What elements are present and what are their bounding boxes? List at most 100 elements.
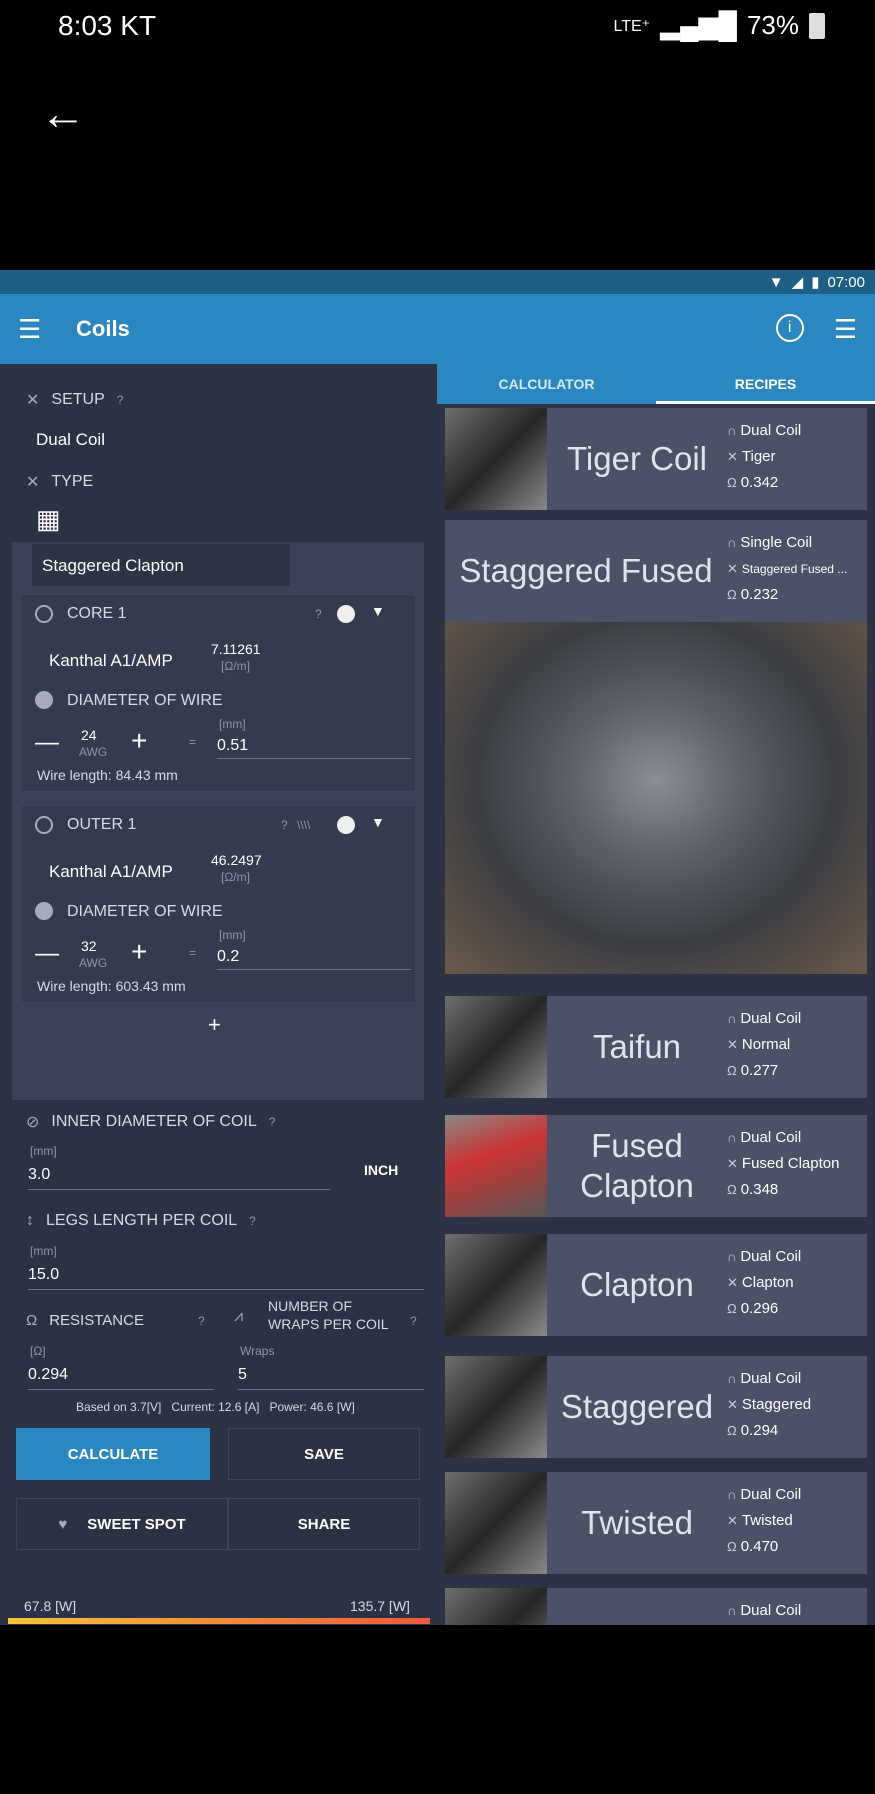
core-awg-unit: AWG: [79, 745, 108, 759]
inch-toggle-button[interactable]: INCH: [364, 1162, 398, 1178]
type-select[interactable]: Staggered Clapton: [32, 544, 290, 586]
info-icon[interactable]: i: [775, 313, 804, 342]
sweet-spot-label: SWEET SPOT: [87, 1515, 186, 1533]
core-awg-value: 24: [81, 727, 97, 743]
grid-icon[interactable]: ▦: [36, 504, 61, 535]
coil-icon: ∩: [727, 1249, 737, 1264]
recipe-type: Fused Clapton: [741, 1155, 840, 1172]
outer-awg-value: 32: [81, 938, 97, 954]
coil-icon: ∩: [727, 535, 737, 550]
recipe-image: [445, 1588, 547, 1625]
recipe-type: Twisted: [741, 1512, 793, 1529]
recipe-ohm: 0.277: [740, 1062, 779, 1079]
core-resistivity: 7.11261: [211, 641, 261, 657]
type-icon: ✕: [727, 1397, 738, 1412]
resistance-input[interactable]: 0.294: [28, 1360, 214, 1390]
type-label: TYPE: [51, 473, 94, 490]
recipe-info: ∩ Dual Coil: [727, 1588, 867, 1625]
ohm-icon: Ω: [727, 1423, 737, 1438]
back-arrow-icon[interactable]: ←: [40, 90, 86, 136]
outer-diameter-input[interactable]: 0.2: [217, 944, 411, 970]
recipe-info: ∩ Dual Coil ✕ Twisted Ω 0.470: [727, 1472, 867, 1574]
wire-icon: [35, 691, 53, 709]
inner-diameter-header: ⊘ INNER DIAMETER OF COIL ?: [26, 1112, 275, 1132]
recipe-image: [445, 1356, 547, 1458]
resistance-help[interactable]: ?: [198, 1314, 205, 1328]
recipe-ohm: 0.342: [740, 474, 779, 491]
outer-card: OUTER 1 ? \\\\ ▼ Kanthal A1/AMP 46.2497 …: [20, 805, 416, 1003]
calculator-panel: ✕ SETUP ? Dual Coil ✕ TYPE ▦ Staggered C…: [0, 364, 437, 1625]
battery-icon: [809, 12, 825, 39]
recipe-name: Staggered Fused: [459, 552, 713, 589]
recipe-name: [547, 1588, 727, 1625]
inner-diameter-input[interactable]: 3.0: [28, 1160, 330, 1190]
recipe-card[interactable]: Twisted ∩ Dual Coil ✕ Twisted Ω 0.470: [445, 1472, 867, 1574]
chevron-down-icon[interactable]: ▼: [371, 814, 385, 830]
recipe-card[interactable]: Fused Clapton ∩ Dual Coil ✕ Fused Clapton …: [445, 1115, 867, 1217]
recipe-card[interactable]: Staggered ∩ Dual Coil ✕ Staggered Ω 0.294: [445, 1356, 867, 1458]
database-icon[interactable]: ☰: [834, 314, 857, 345]
chevron-down-icon[interactable]: ▼: [371, 603, 385, 619]
recipe-photo: [445, 622, 867, 974]
core-material[interactable]: Kanthal A1/AMP: [49, 651, 173, 671]
wire-icon: [35, 902, 53, 920]
setup-help[interactable]: ?: [117, 393, 124, 407]
inner-diameter-help[interactable]: ?: [269, 1115, 276, 1129]
core-plus-button[interactable]: +: [131, 725, 147, 757]
outer-minus-button[interactable]: —: [35, 940, 59, 968]
setup-value[interactable]: Dual Coil: [36, 430, 105, 450]
legs-input[interactable]: 15.0: [28, 1260, 424, 1290]
recipe-card[interactable]: Clapton ∩ Dual Coil ✕ Clapton Ω 0.296: [445, 1234, 867, 1336]
heart-icon: ♥: [58, 1515, 68, 1533]
recipe-card[interactable]: Taifun ∩ Dual Coil ✕ Normal Ω 0.277: [445, 996, 867, 1098]
legs-label: LEGS LENGTH PER COIL: [46, 1212, 238, 1229]
core-minus-button[interactable]: —: [35, 729, 59, 757]
calculate-button[interactable]: CALCULATE: [16, 1428, 210, 1480]
recipe-image: [445, 1115, 547, 1217]
add-layer-button[interactable]: +: [208, 1012, 221, 1038]
wifi-icon: ▼: [768, 273, 784, 291]
sweet-spot-button[interactable]: ♥ SWEET SPOT: [16, 1498, 228, 1550]
resistance-header: Ω RESISTANCE: [26, 1312, 144, 1329]
wraps-label-line1: NUMBER OF: [268, 1298, 352, 1314]
coil-icon: ∩: [727, 1487, 737, 1502]
recipe-card[interactable]: ∩ Dual Coil: [445, 1588, 867, 1625]
share-button[interactable]: SHARE: [228, 1498, 420, 1550]
core-diameter-label: DIAMETER OF WIRE: [67, 692, 223, 709]
core-help[interactable]: ?: [315, 607, 322, 621]
ohm-icon: Ω: [727, 587, 737, 602]
outer-plus-button[interactable]: +: [131, 936, 147, 968]
save-button[interactable]: SAVE: [228, 1428, 420, 1480]
coil-icon: ∩: [727, 1130, 737, 1145]
ohm-icon: Ω: [26, 1312, 38, 1329]
recipe-type: Staggered Fused ...: [741, 562, 848, 576]
legs-help[interactable]: ?: [249, 1214, 256, 1228]
outer-color-dot[interactable]: [337, 816, 355, 834]
coil-icon: ∩: [727, 1371, 737, 1386]
outer-material[interactable]: Kanthal A1/AMP: [49, 862, 173, 882]
recipe-setup: Dual Coil: [740, 1602, 802, 1619]
tab-recipes[interactable]: RECIPES: [656, 364, 875, 404]
recipe-setup: Single Coil: [740, 534, 813, 551]
wraps-input[interactable]: 5: [238, 1360, 424, 1390]
core-diameter-input[interactable]: 0.51: [217, 733, 411, 759]
legs-unit: [mm]: [30, 1244, 57, 1258]
recipe-card[interactable]: Staggered Fused ∩ Single Coil ✕ Staggered …: [445, 520, 867, 974]
recipe-card[interactable]: Tiger Coil ∩ Dual Coil ✕ Tiger Ω 0.342: [445, 408, 867, 510]
hamburger-menu-icon[interactable]: ☰: [18, 314, 48, 345]
ohm-icon: Ω: [727, 475, 737, 490]
outer-radio[interactable]: [35, 816, 53, 834]
recipe-info: ∩ Dual Coil ✕ Staggered Ω 0.294: [727, 1356, 867, 1458]
core-color-dot[interactable]: [337, 605, 355, 623]
wrap-pattern-icon[interactable]: \\\\: [297, 818, 310, 832]
outer-help[interactable]: ?: [281, 818, 288, 832]
outer-resistivity-unit: [Ω/m]: [221, 870, 250, 884]
tab-calculator[interactable]: CALCULATOR: [437, 364, 656, 404]
wraps-help[interactable]: ?: [410, 1314, 417, 1328]
recipe-image: [445, 1472, 547, 1574]
recipe-name: Fused Clapton: [580, 1127, 694, 1204]
outer-diameter-label: DIAMETER OF WIRE: [67, 903, 223, 920]
core-card: CORE 1 ? ▼ Kanthal A1/AMP 7.11261 [Ω/m] …: [20, 594, 416, 792]
core-radio[interactable]: [35, 605, 53, 623]
type-icon: ✕: [727, 1156, 738, 1171]
